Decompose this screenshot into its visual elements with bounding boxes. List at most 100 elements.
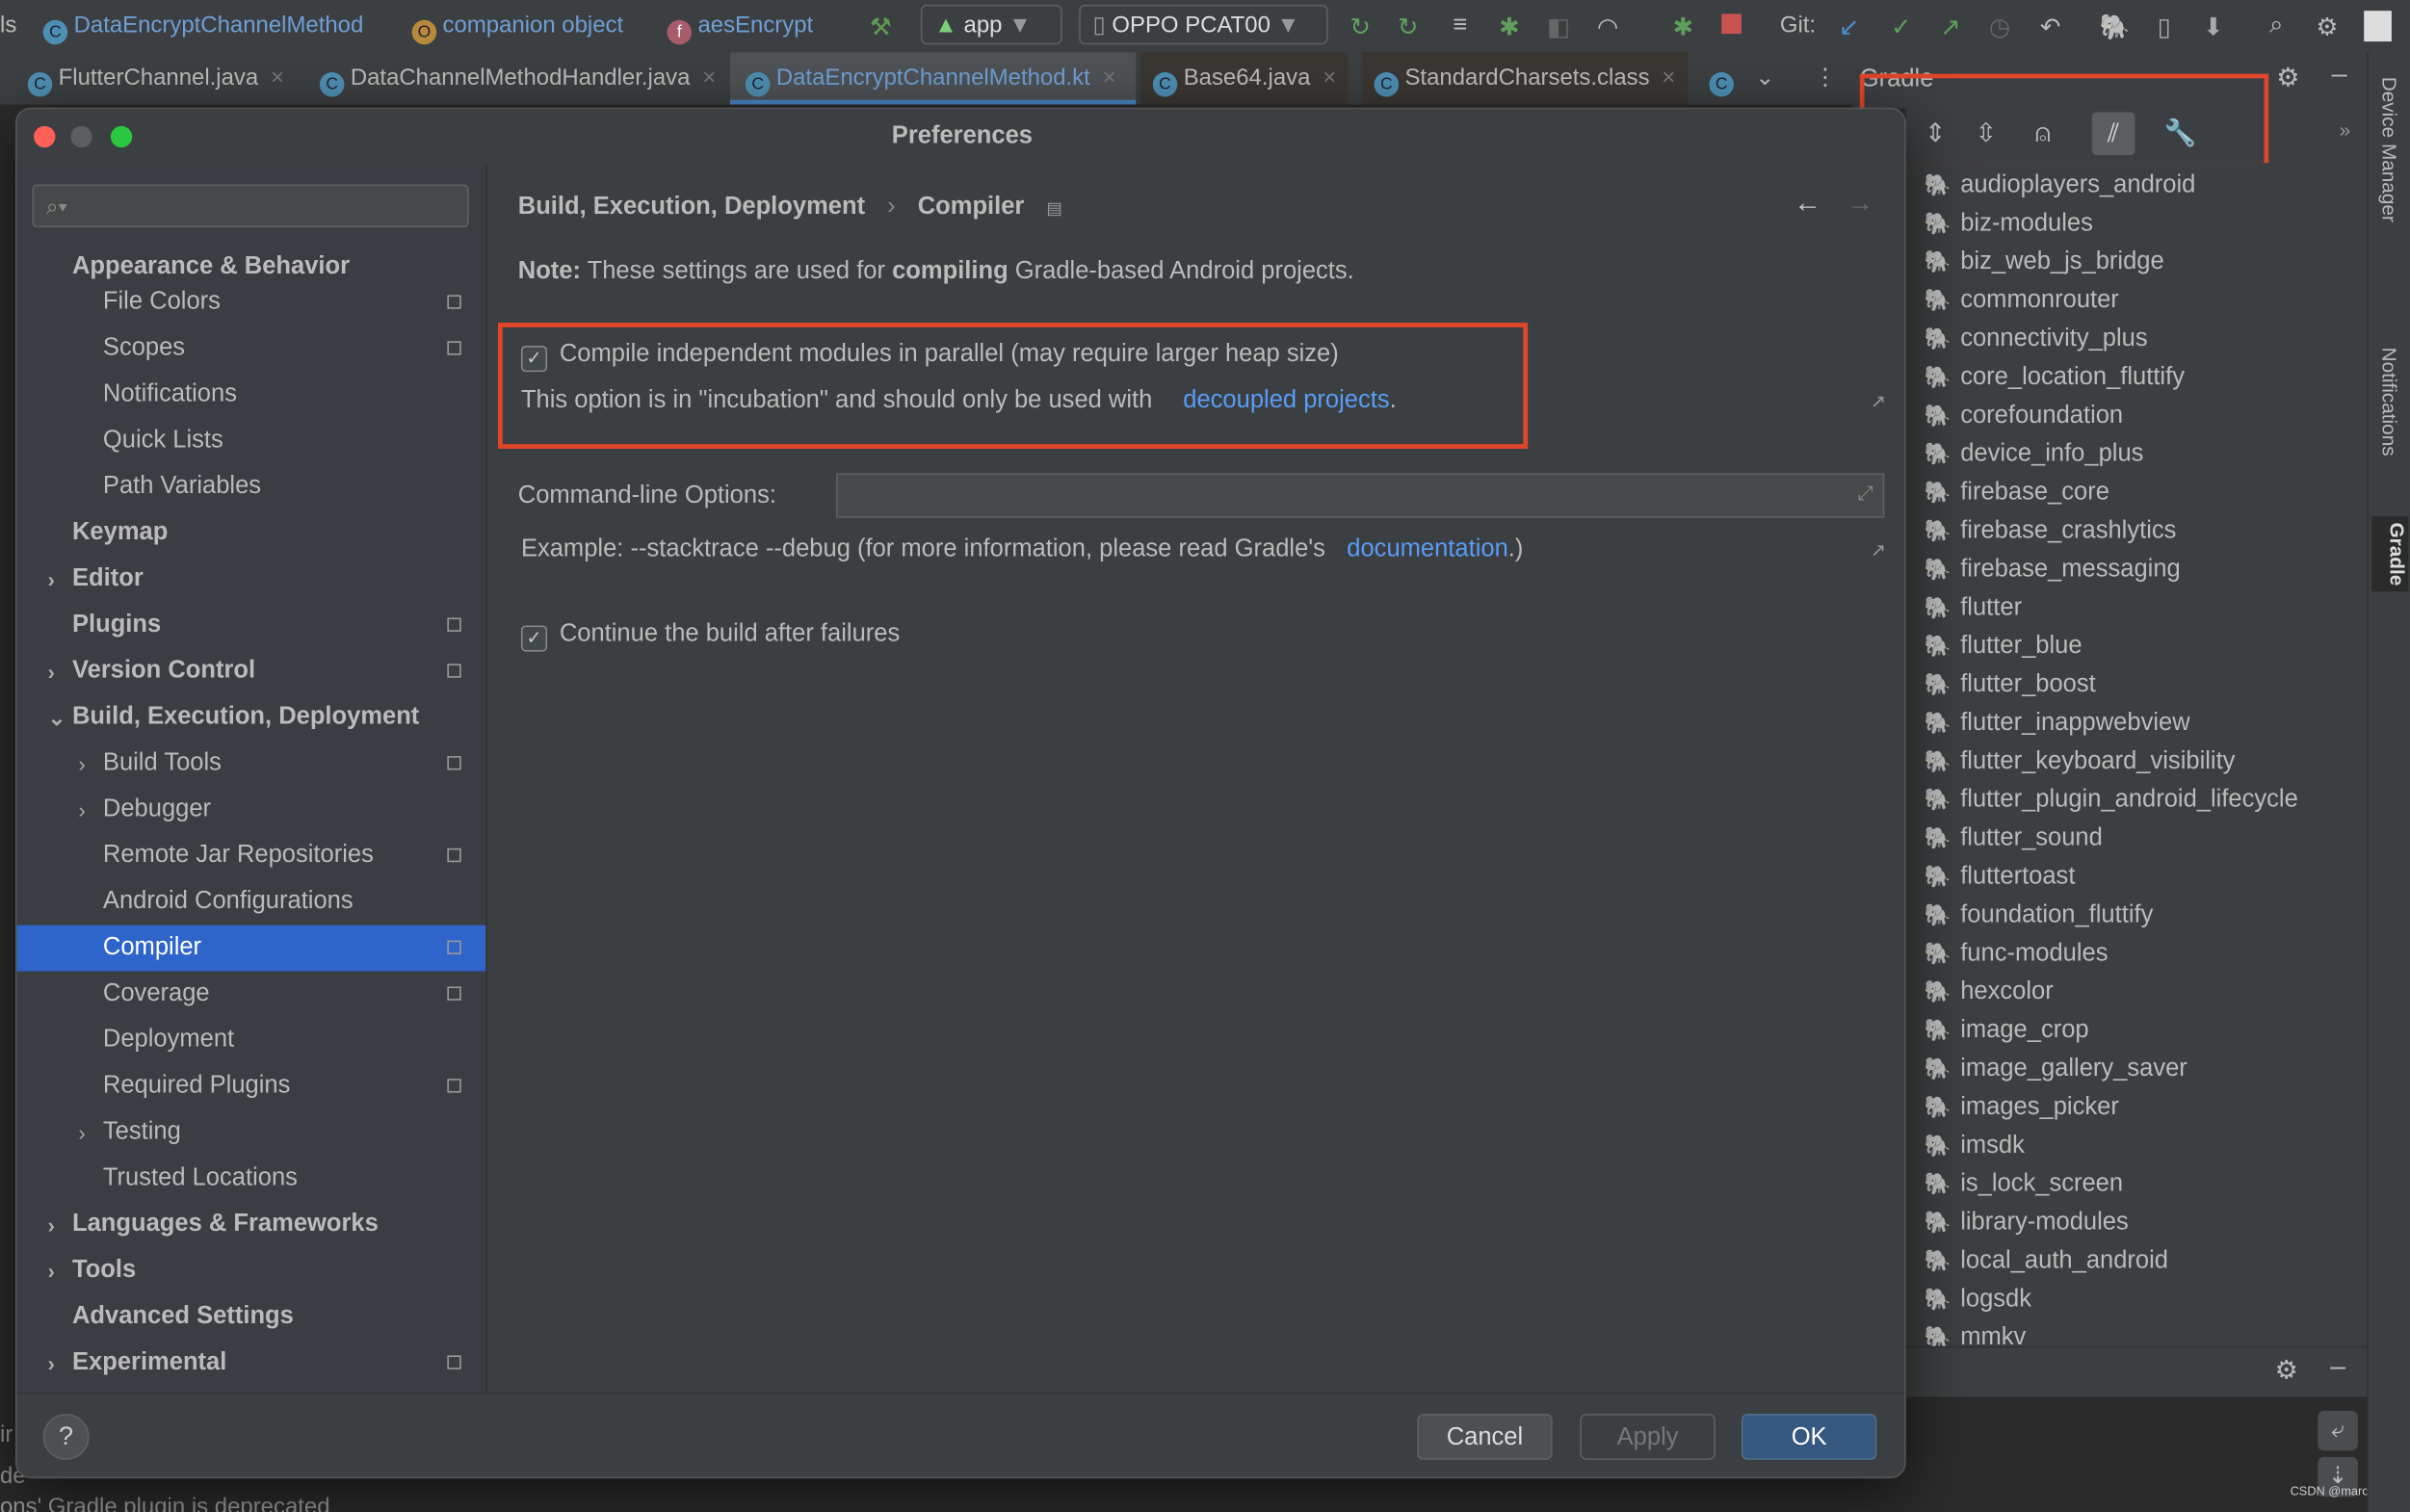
gradle-project-item[interactable]: 🐘 is_lock_screen xyxy=(1925,1171,2123,1199)
rollback-icon[interactable]: ↶ xyxy=(2035,13,2066,43)
gradle-project-item[interactable]: 🐘 firebase_messaging xyxy=(1925,557,2181,585)
stop-icon[interactable] xyxy=(1721,13,1742,35)
rerun-icon[interactable]: ↻ xyxy=(1345,13,1375,43)
sidebar-item-version-control[interactable]: › Version Control xyxy=(17,648,486,694)
gradle-sync-icon[interactable]: 🐘 xyxy=(2100,13,2131,43)
gradle-project-item[interactable]: 🐘 core_location_fluttify xyxy=(1925,364,2185,392)
close-icon[interactable]: × xyxy=(1662,65,1675,91)
breadcrumb-class[interactable]: C DataEncryptChannelMethod xyxy=(42,13,364,45)
sidebar-item-tools[interactable]: › Tools xyxy=(17,1248,486,1294)
chevron-right-icon[interactable]: › xyxy=(47,1248,54,1294)
sidebar-item-remote-jar-repositories[interactable]: Remote Jar Repositories xyxy=(17,833,486,879)
attach-debugger-icon[interactable]: ✱ xyxy=(1667,13,1698,43)
breadcrumb-parent[interactable]: Build, Execution, Deployment xyxy=(518,194,865,220)
coverage-icon[interactable]: ◧ xyxy=(1543,13,1574,43)
gradle-project-item[interactable]: 🐘 flutter xyxy=(1925,595,2022,623)
build-hammer-icon[interactable]: ⚒ xyxy=(865,13,896,43)
chevron-right-icon[interactable]: › xyxy=(78,1109,85,1156)
close-window-button[interactable] xyxy=(34,125,56,148)
device-select[interactable]: ▯ OPPO PCAT00 ▼ xyxy=(1079,4,1328,45)
breadcrumb-companion[interactable]: Ocompanion object xyxy=(411,13,623,45)
search-icon[interactable]: ⌕ xyxy=(2261,13,2292,40)
close-icon[interactable]: × xyxy=(271,65,284,91)
tab-base64[interactable]: C Base64.java × xyxy=(1140,52,1349,105)
sidebar-item-coverage[interactable]: Coverage xyxy=(17,971,486,1017)
sidebar-item-scopes[interactable]: Scopes xyxy=(17,326,486,372)
cmd-options-input[interactable]: ⤢ xyxy=(836,473,1885,518)
gear-icon[interactable]: ⚙ xyxy=(2275,1355,2298,1386)
history-icon[interactable]: ◷ xyxy=(1984,13,2015,43)
chevron-right-icon[interactable]: › xyxy=(78,787,85,833)
back-arrow-icon[interactable]: ← xyxy=(1794,188,1821,221)
more-vertical-icon[interactable]: ⋮ xyxy=(1814,52,1837,104)
gradle-project-item[interactable]: 🐘 imsdk xyxy=(1925,1133,2025,1160)
sidebar-item-editor[interactable]: › Editor xyxy=(17,557,486,603)
chevron-right-icon[interactable]: › xyxy=(47,648,54,694)
gradle-project-item[interactable]: 🐘 flutter_inappwebview xyxy=(1925,710,2190,738)
gradle-project-item[interactable]: 🐘 hexcolor xyxy=(1925,978,2054,1006)
chevron-down-icon[interactable]: ⌄ xyxy=(47,694,65,741)
soft-wrap-icon[interactable]: ⤶ xyxy=(2318,1410,2358,1451)
gradle-project-item[interactable]: 🐘 flutter_boost xyxy=(1925,671,2096,699)
sidebar-item-deployment[interactable]: Deployment xyxy=(17,1017,486,1063)
external-link-icon[interactable]: ↗ xyxy=(1871,539,1886,560)
minimize-icon[interactable]: – xyxy=(2330,1351,2345,1384)
sidebar-item-quick-lists[interactable]: Quick Lists xyxy=(17,418,486,464)
chevron-down-icon[interactable]: ⌄ xyxy=(1755,52,1774,104)
external-link-icon[interactable]: ↗ xyxy=(1871,390,1886,411)
sidebar-item-trusted-locations[interactable]: Trusted Locations xyxy=(17,1156,486,1202)
checkbox-checked-icon[interactable]: ✓ xyxy=(520,625,548,652)
avatar[interactable] xyxy=(2364,11,2392,42)
chevron-right-icon[interactable]: › xyxy=(47,557,54,603)
expand-field-icon[interactable]: ⤢ xyxy=(1858,481,1874,506)
gradle-project-item[interactable]: 🐘 firebase_crashlytics xyxy=(1925,518,2177,546)
gradle-project-item[interactable]: 🐘 flutter_keyboard_visibility xyxy=(1925,748,2236,776)
gradle-project-item[interactable]: 🐘 func-modules xyxy=(1925,941,2109,969)
sidebar-item-languages-frameworks[interactable]: › Languages & Frameworks xyxy=(17,1202,486,1248)
sidebar-item-path-variables[interactable]: Path Variables xyxy=(17,464,486,510)
debug-icon[interactable]: ✱ xyxy=(1494,13,1525,43)
tab-standardcharsets[interactable]: C StandardCharsets.class × xyxy=(1361,52,1689,105)
gradle-tool-button[interactable]: Gradle xyxy=(2371,516,2409,592)
sdk-manager-icon[interactable]: ⬇ xyxy=(2198,13,2229,43)
sidebar-item-keymap[interactable]: Keymap xyxy=(17,510,486,557)
chevron-right-icon[interactable]: › xyxy=(47,1202,54,1248)
forward-arrow-icon[interactable]: → xyxy=(1846,188,1873,221)
gradle-project-item[interactable]: 🐘 biz-modules xyxy=(1925,211,2093,239)
gradle-project-item[interactable]: 🐘 flutter_blue xyxy=(1925,633,2083,661)
sidebar-item-build-tools[interactable]: › Build Tools xyxy=(17,741,486,787)
run-config-select[interactable]: ▲ app ▼ xyxy=(920,4,1062,45)
gradle-project-item[interactable]: 🐘 image_gallery_saver xyxy=(1925,1056,2187,1083)
sidebar-item-android-configurations[interactable]: Android Configurations xyxy=(17,879,486,925)
notifications-tool-button[interactable]: Notifications xyxy=(2378,348,2401,456)
apply-button[interactable]: Apply xyxy=(1580,1414,1716,1460)
more-tabs-icon[interactable]: C xyxy=(1709,52,1740,104)
sidebar-item-advanced-settings[interactable]: Advanced Settings xyxy=(17,1294,486,1341)
sidebar-item-file-colors[interactable]: File Colors xyxy=(17,279,486,326)
minimize-icon[interactable]: – xyxy=(2332,59,2347,91)
gradle-project-item[interactable]: 🐘 local_auth_android xyxy=(1925,1248,2168,1276)
sidebar-item-plugins[interactable]: Plugins xyxy=(17,603,486,649)
tab-datachannelmethodhandler[interactable]: C DataChannelMethodHandler.java × xyxy=(307,52,728,104)
close-icon[interactable]: × xyxy=(1103,65,1116,91)
sidebar-item-experimental[interactable]: › Experimental xyxy=(17,1340,486,1386)
sidebar-item-compiler[interactable]: Compiler xyxy=(16,925,486,972)
cancel-button[interactable]: Cancel xyxy=(1417,1414,1553,1460)
minimize-window-button[interactable] xyxy=(70,125,92,148)
profile-icon[interactable]: ◠ xyxy=(1592,13,1623,43)
device-manager-icon[interactable]: ▯ xyxy=(2149,13,2180,43)
continue-after-failures-checkbox[interactable]: ✓ Continue the build after failures xyxy=(520,621,900,652)
close-icon[interactable]: × xyxy=(702,65,716,91)
git-push-icon[interactable]: ↗ xyxy=(1935,13,1966,43)
gradle-project-item[interactable]: 🐘 flutter_sound xyxy=(1925,825,2103,853)
git-commit-icon[interactable]: ✓ xyxy=(1886,13,1917,43)
gradle-project-item[interactable]: 🐘 connectivity_plus xyxy=(1925,326,2148,353)
sidebar-item-debugger[interactable]: › Debugger xyxy=(17,787,486,833)
gradle-project-item[interactable]: 🐘 images_picker xyxy=(1925,1094,2119,1122)
settings-search-input[interactable]: ⌕▾ xyxy=(32,184,469,228)
gradle-project-item[interactable]: 🐘 image_crop xyxy=(1925,1017,2089,1045)
gear-icon[interactable]: ⚙ xyxy=(2276,63,2299,93)
help-button[interactable]: ? xyxy=(42,1414,90,1460)
gradle-project-item[interactable]: 🐘 audioplayers_android xyxy=(1925,172,2196,200)
gradle-project-item[interactable]: 🐘 biz_web_js_bridge xyxy=(1925,249,2164,277)
